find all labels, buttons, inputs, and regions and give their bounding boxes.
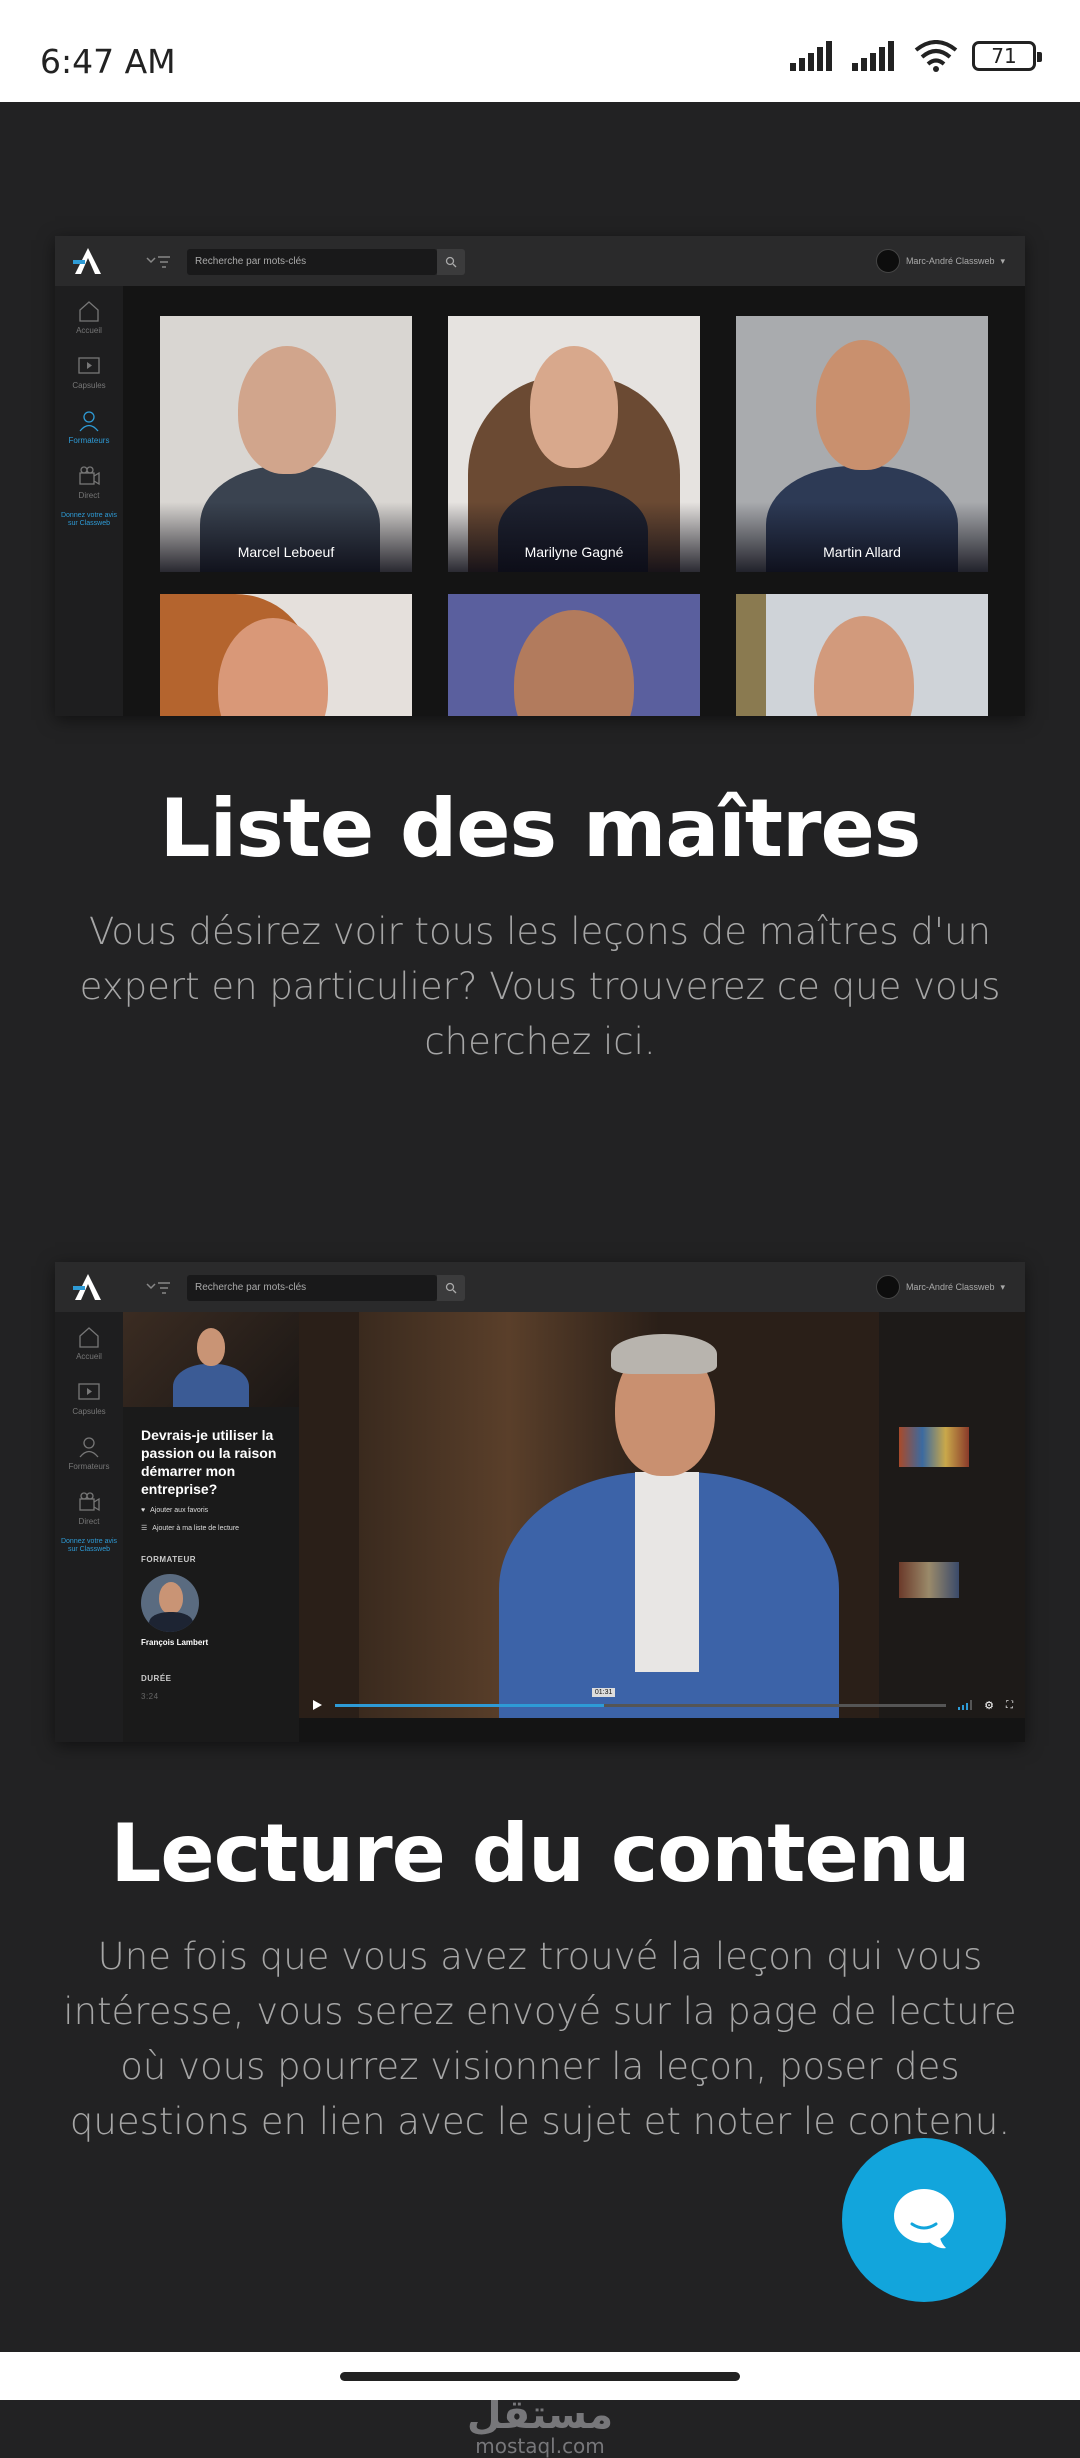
home-indicator[interactable]	[340, 2372, 740, 2381]
status-time: 6:47 AM	[40, 42, 176, 81]
duration-label: DURÉE	[141, 1674, 172, 1683]
status-bar: 6:47 AM 71	[0, 0, 1080, 102]
search-icon	[445, 256, 457, 268]
sidebar-item-accueil[interactable]: Accueil	[55, 286, 123, 341]
page-content: Recherche par mots-clés Marc-André Class…	[0, 102, 1080, 2458]
master-card[interactable]: Martin Allard	[736, 316, 988, 572]
add-favorite-link[interactable]: ♥ Ajouter aux favoris	[141, 1507, 208, 1514]
sidebar-item-formateurs[interactable]: Formateurs	[55, 396, 123, 451]
app-logo-icon	[73, 248, 101, 274]
master-name: Marcel Leboeuf	[237, 544, 335, 560]
user-menu[interactable]: Marc-André Classweb ▾	[875, 1275, 1005, 1299]
sidebar-item-direct[interactable]: Direct	[55, 451, 123, 506]
master-card[interactable]: Marilyne Gagné	[448, 316, 700, 572]
avatar	[875, 1275, 900, 1299]
search-input[interactable]: Recherche par mots-clés	[187, 1275, 437, 1301]
battery-icon: 71	[972, 41, 1042, 71]
gear-icon[interactable]: ⚙	[984, 1699, 994, 1712]
search-input[interactable]: Recherche par mots-clés	[187, 249, 437, 275]
sidebar-item-capsules[interactable]: Capsules	[55, 341, 123, 396]
lesson-title: Devrais-je utiliser la passion ou la rai…	[141, 1427, 277, 1497]
add-playlist-link[interactable]: ☰ Ajouter à ma liste de lecture	[141, 1524, 239, 1533]
app-sidebar: Accueil Capsules Formateurs Direct Donne…	[55, 286, 123, 716]
lesson-panel: Devrais-je utiliser la passion ou la rai…	[123, 1312, 299, 1742]
app-topbar: Recherche par mots-clés Marc-André Class…	[55, 1262, 1025, 1312]
sidebar-item-formateurs[interactable]: Formateurs	[55, 1422, 123, 1477]
navigation-bar	[0, 2352, 1080, 2400]
watermark: مستقل mostaql.com	[0, 2392, 1080, 2458]
masters-description: Vous désirez voir tous les leçons de maî…	[79, 910, 1001, 1063]
master-name: Marilyne Gagné	[524, 544, 624, 560]
sidebar-item-direct[interactable]: Direct	[55, 1477, 123, 1532]
master-card[interactable]	[448, 594, 700, 716]
current-time: 01:31	[591, 1687, 616, 1697]
app-sidebar: Accueil Capsules Formateurs Direct Donne…	[55, 1312, 123, 1742]
sidebar-item-capsules[interactable]: Capsules	[55, 1367, 123, 1422]
trainer-name[interactable]: François Lambert	[141, 1638, 208, 1647]
chat-button[interactable]	[842, 2138, 1006, 2302]
signal-icon	[790, 41, 832, 71]
progress-bar[interactable]: 01:31	[335, 1687, 947, 1707]
heart-icon: ♥	[141, 1507, 146, 1514]
player-title: Lecture du contenu	[110, 1807, 970, 1900]
master-card[interactable]	[160, 594, 412, 716]
fullscreen-icon[interactable]: ⛶	[1006, 1700, 1013, 1711]
home-icon	[79, 1327, 99, 1348]
video-controls: 01:31 ⚙ ⛶	[299, 1687, 1025, 1718]
feedback-link[interactable]: Donnez votre avis sur Classweb	[55, 1532, 123, 1560]
user-icon	[79, 411, 99, 432]
master-card[interactable]	[736, 594, 988, 716]
search-button[interactable]	[437, 1275, 465, 1301]
filter-icon[interactable]	[145, 1278, 171, 1298]
watermark-url: mostaql.com	[475, 2434, 605, 2458]
lesson-thumbnail[interactable]	[123, 1312, 299, 1407]
camera-icon	[79, 1492, 100, 1512]
home-icon	[79, 301, 99, 322]
player-screenshot: Recherche par mots-clés Marc-André Class…	[55, 1262, 1025, 1742]
user-icon	[79, 1437, 99, 1458]
app-topbar: Recherche par mots-clés Marc-André Class…	[55, 236, 1025, 286]
user-name: Marc-André Classweb	[905, 1282, 995, 1292]
chevron-down-icon: ▾	[1000, 1281, 1005, 1292]
player-description: Une fois que vous avez trouvé la leçon q…	[63, 1935, 1017, 2143]
search-icon	[445, 1282, 457, 1294]
app-logo-icon	[73, 1274, 101, 1300]
wifi-icon	[914, 40, 958, 72]
camera-icon	[79, 466, 100, 486]
sidebar-item-accueil[interactable]: Accueil	[55, 1312, 123, 1367]
masters-title: Liste des maîtres	[159, 782, 922, 875]
master-card[interactable]: Marcel Leboeuf	[160, 316, 412, 572]
trainer-label: FORMATEUR	[141, 1555, 197, 1564]
play-icon[interactable]	[311, 1699, 323, 1711]
list-icon: ☰	[141, 1525, 148, 1532]
play-icon	[78, 357, 100, 374]
video-player[interactable]	[299, 1312, 1025, 1718]
trainer-avatar[interactable]	[141, 1574, 199, 1632]
masters-screenshot: Recherche par mots-clés Marc-André Class…	[55, 236, 1025, 716]
user-name: Marc-André Classweb	[905, 256, 995, 266]
duration-value: 3:24	[141, 1692, 159, 1701]
play-icon	[78, 1383, 100, 1400]
chat-bubble-icon	[894, 2189, 954, 2249]
chevron-down-icon: ▾	[1000, 255, 1005, 266]
filter-icon[interactable]	[145, 252, 171, 272]
user-menu[interactable]: Marc-André Classweb ▾	[875, 249, 1005, 273]
status-icons: 71	[790, 40, 1042, 72]
progress-fill	[335, 1703, 604, 1707]
signal-icon	[852, 41, 894, 71]
avatar	[875, 249, 900, 273]
search-button[interactable]	[437, 249, 465, 275]
feedback-link[interactable]: Donnez votre avis sur Classweb	[55, 506, 123, 534]
volume-icon[interactable]	[958, 1700, 973, 1710]
master-name: Martin Allard	[823, 544, 901, 560]
